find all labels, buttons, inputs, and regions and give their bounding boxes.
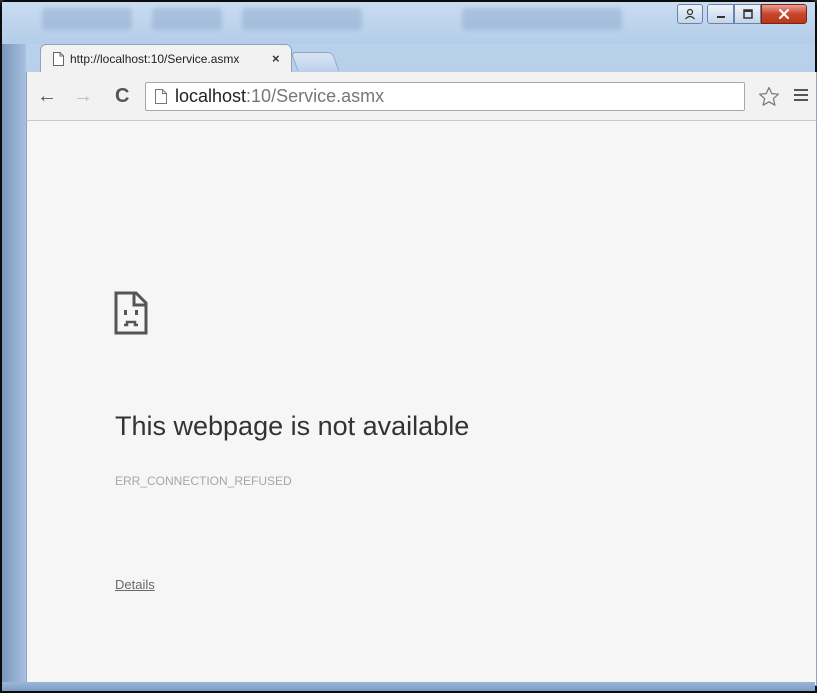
url-path: :10/Service.asmx — [246, 86, 385, 106]
star-icon[interactable] — [758, 86, 780, 107]
page-info-icon[interactable] — [155, 89, 167, 104]
forward-button[interactable]: → — [73, 86, 93, 106]
user-button[interactable] — [677, 4, 703, 24]
new-tab-button[interactable] — [290, 52, 340, 71]
details-link[interactable]: Details — [115, 577, 155, 592]
tab-title: http://localhost:10/Service.asmx — [70, 51, 240, 66]
maximize-icon — [742, 9, 753, 19]
sad-page-icon — [114, 291, 148, 335]
minimize-button[interactable] — [707, 4, 734, 24]
maximize-button[interactable] — [734, 4, 761, 24]
document-icon — [53, 51, 64, 66]
minimize-icon — [716, 16, 725, 18]
address-bar[interactable]: localhost:10/Service.asmx — [145, 82, 745, 111]
background-blur — [242, 8, 362, 30]
reload-button[interactable]: C — [115, 86, 129, 106]
browser-window: http://localhost:10/Service.asmx × ← → C… — [0, 0, 817, 693]
error-code: ERR_CONNECTION_REFUSED — [115, 474, 292, 488]
tab-close-button[interactable]: × — [272, 51, 280, 66]
close-window-button[interactable] — [761, 4, 807, 24]
page-content: This webpage is not available ERR_CONNEC… — [26, 120, 817, 686]
window-bottom-frame — [2, 682, 815, 691]
browser-tab[interactable]: http://localhost:10/Service.asmx × — [40, 44, 292, 72]
error-title: This webpage is not available — [115, 411, 470, 441]
browser-toolbar: ← → C localhost:10/Service.asmx — [26, 72, 817, 120]
close-icon — [778, 8, 790, 20]
user-icon — [685, 8, 695, 20]
background-blur — [42, 8, 132, 30]
window-left-frame — [2, 44, 26, 691]
window-controls — [677, 4, 807, 24]
window-buttons — [707, 4, 807, 24]
hamburger-menu-icon[interactable] — [794, 89, 808, 104]
back-button[interactable]: ← — [37, 86, 57, 106]
background-blur — [462, 8, 622, 30]
url-host: localhost — [175, 86, 247, 106]
background-blur — [152, 8, 222, 30]
